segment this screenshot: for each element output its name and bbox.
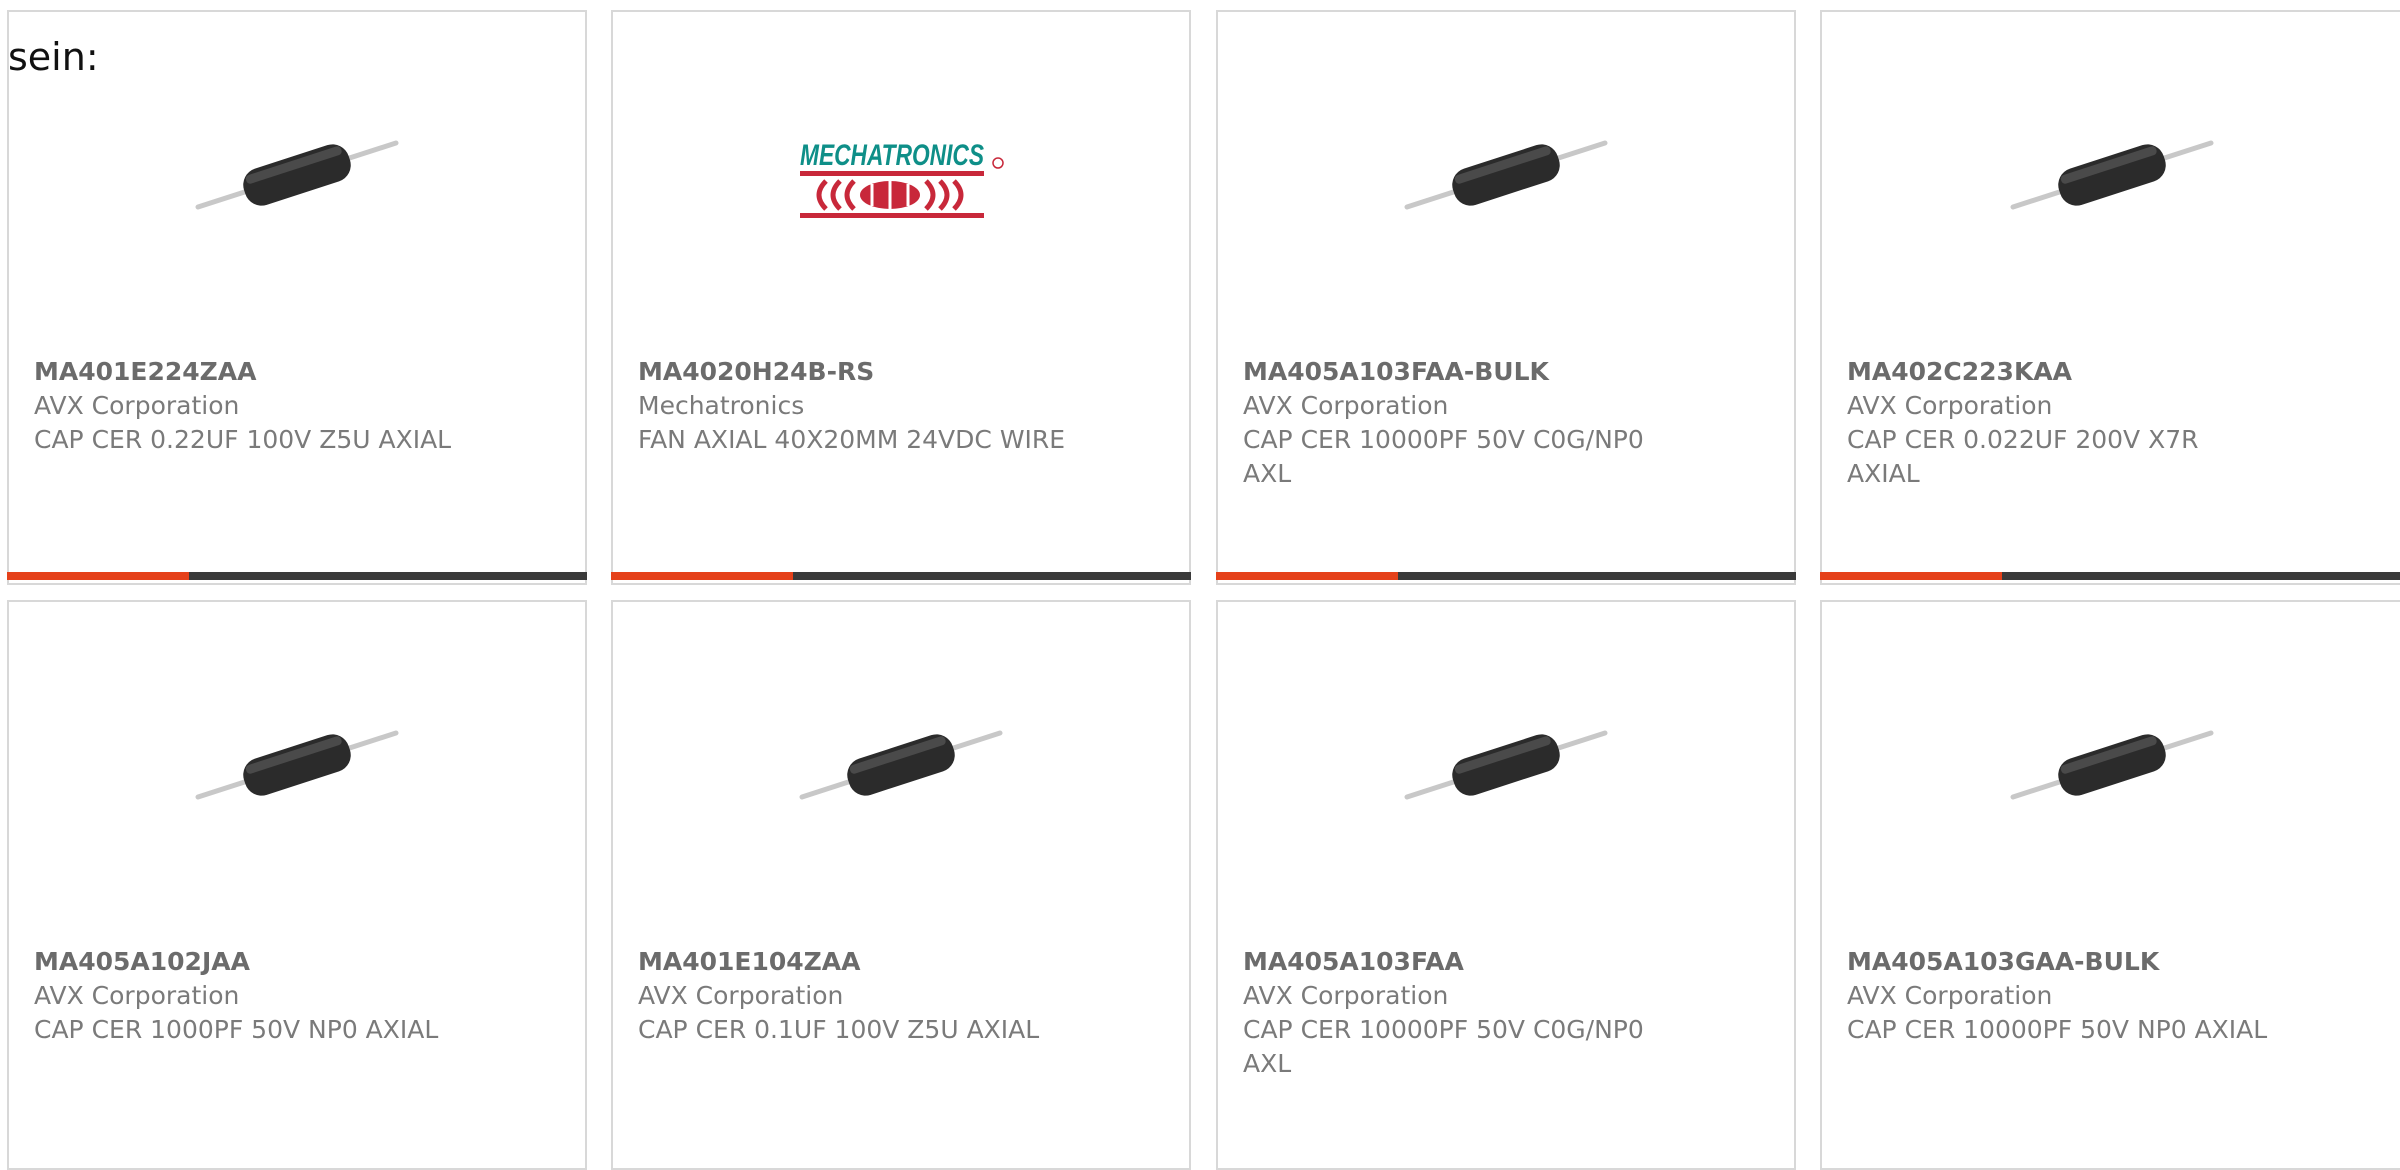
- card-accent-fill: [611, 572, 793, 580]
- product-card[interactable]: MA405A103GAA-BULK AVX Corporation CAP CE…: [1820, 600, 2400, 1170]
- axial-capacitor-icon: [2010, 140, 2214, 210]
- card-accent-bar: [1216, 572, 1796, 580]
- product-card[interactable]: MA402C223KAA AVX Corporation CAP CER 0.0…: [1820, 10, 2400, 585]
- product-description: CAP CER 10000PF 50V C0G/NP0 AXL: [1243, 425, 1644, 488]
- product-image[interactable]: [1218, 12, 1794, 342]
- manufacturer-label: Mechatronics: [638, 391, 805, 420]
- manufacturer-label: AVX Corporation: [1847, 981, 2053, 1010]
- product-description: CAP CER 10000PF 50V C0G/NP0 AXL: [1243, 1015, 1644, 1078]
- product-grid: MA401E224ZAA AVX Corporation CAP CER 0.2…: [0, 0, 2400, 1170]
- axial-capacitor-icon: [195, 730, 399, 800]
- axial-capacitor-icon: [1404, 730, 1608, 800]
- part-number-link[interactable]: MA405A103FAA: [1243, 945, 1770, 979]
- card-accent-bar: [1820, 572, 2400, 580]
- part-number-link[interactable]: MA405A103FAA-BULK: [1243, 355, 1770, 389]
- product-description: FAN AXIAL 40X20MM 24VDC WIRE: [638, 425, 1066, 454]
- product-image[interactable]: [1218, 602, 1794, 932]
- part-number-link[interactable]: MA4020H24B-RS: [638, 355, 1165, 389]
- card-accent-fill: [1820, 572, 2002, 580]
- part-number-link[interactable]: MA402C223KAA: [1847, 355, 2378, 389]
- mechatronics-logo: MECHATRONICS: [800, 139, 1004, 218]
- manufacturer-label: AVX Corporation: [34, 981, 240, 1010]
- product-image[interactable]: MECHATRONICS: [613, 12, 1189, 342]
- axial-capacitor-icon: [799, 730, 1003, 800]
- product-description: CAP CER 10000PF 50V NP0 AXIAL: [1847, 1015, 2268, 1044]
- product-image[interactable]: [1822, 602, 2400, 932]
- part-number-link[interactable]: MA405A102JAA: [34, 945, 561, 979]
- part-number-link[interactable]: MA401E224ZAA: [34, 355, 561, 389]
- logo-text: MECHATRONICS: [800, 139, 984, 172]
- product-image[interactable]: [1822, 12, 2400, 342]
- product-description: CAP CER 1000PF 50V NP0 AXIAL: [34, 1015, 439, 1044]
- product-card[interactable]: MA401E104ZAA AVX Corporation CAP CER 0.1…: [611, 600, 1191, 1170]
- part-number-link[interactable]: MA401E104ZAA: [638, 945, 1165, 979]
- product-card[interactable]: MA405A102JAA AVX Corporation CAP CER 100…: [7, 600, 587, 1170]
- product-description: CAP CER 0.022UF 200V X7R AXIAL: [1847, 425, 2199, 488]
- part-number-link[interactable]: MA405A103GAA-BULK: [1847, 945, 2378, 979]
- product-card[interactable]: MA401E224ZAA AVX Corporation CAP CER 0.2…: [7, 10, 587, 585]
- product-card[interactable]: MA405A103FAA-BULK AVX Corporation CAP CE…: [1216, 10, 1796, 585]
- axial-capacitor-icon: [1404, 140, 1608, 210]
- product-card[interactable]: MA405A103FAA AVX Corporation CAP CER 100…: [1216, 600, 1796, 1170]
- page-heading: sein:: [8, 35, 99, 79]
- manufacturer-label: AVX Corporation: [1243, 981, 1449, 1010]
- product-description: CAP CER 0.22UF 100V Z5U AXIAL: [34, 425, 452, 454]
- product-image[interactable]: [9, 602, 585, 932]
- manufacturer-label: AVX Corporation: [1243, 391, 1449, 420]
- axial-capacitor-icon: [195, 140, 399, 210]
- card-accent-bar: [7, 572, 587, 580]
- manufacturer-label: AVX Corporation: [34, 391, 240, 420]
- card-accent-fill: [1216, 572, 1398, 580]
- axial-capacitor-icon: [2010, 730, 2214, 800]
- card-accent-bar: [611, 572, 1191, 580]
- product-card[interactable]: MECHATRONICS MA4020H24B-RS Mechatronics …: [611, 10, 1191, 585]
- manufacturer-label: AVX Corporation: [1847, 391, 2053, 420]
- product-image[interactable]: [613, 602, 1189, 932]
- card-accent-fill: [7, 572, 189, 580]
- manufacturer-label: AVX Corporation: [638, 981, 844, 1010]
- product-description: CAP CER 0.1UF 100V Z5U AXIAL: [638, 1015, 1040, 1044]
